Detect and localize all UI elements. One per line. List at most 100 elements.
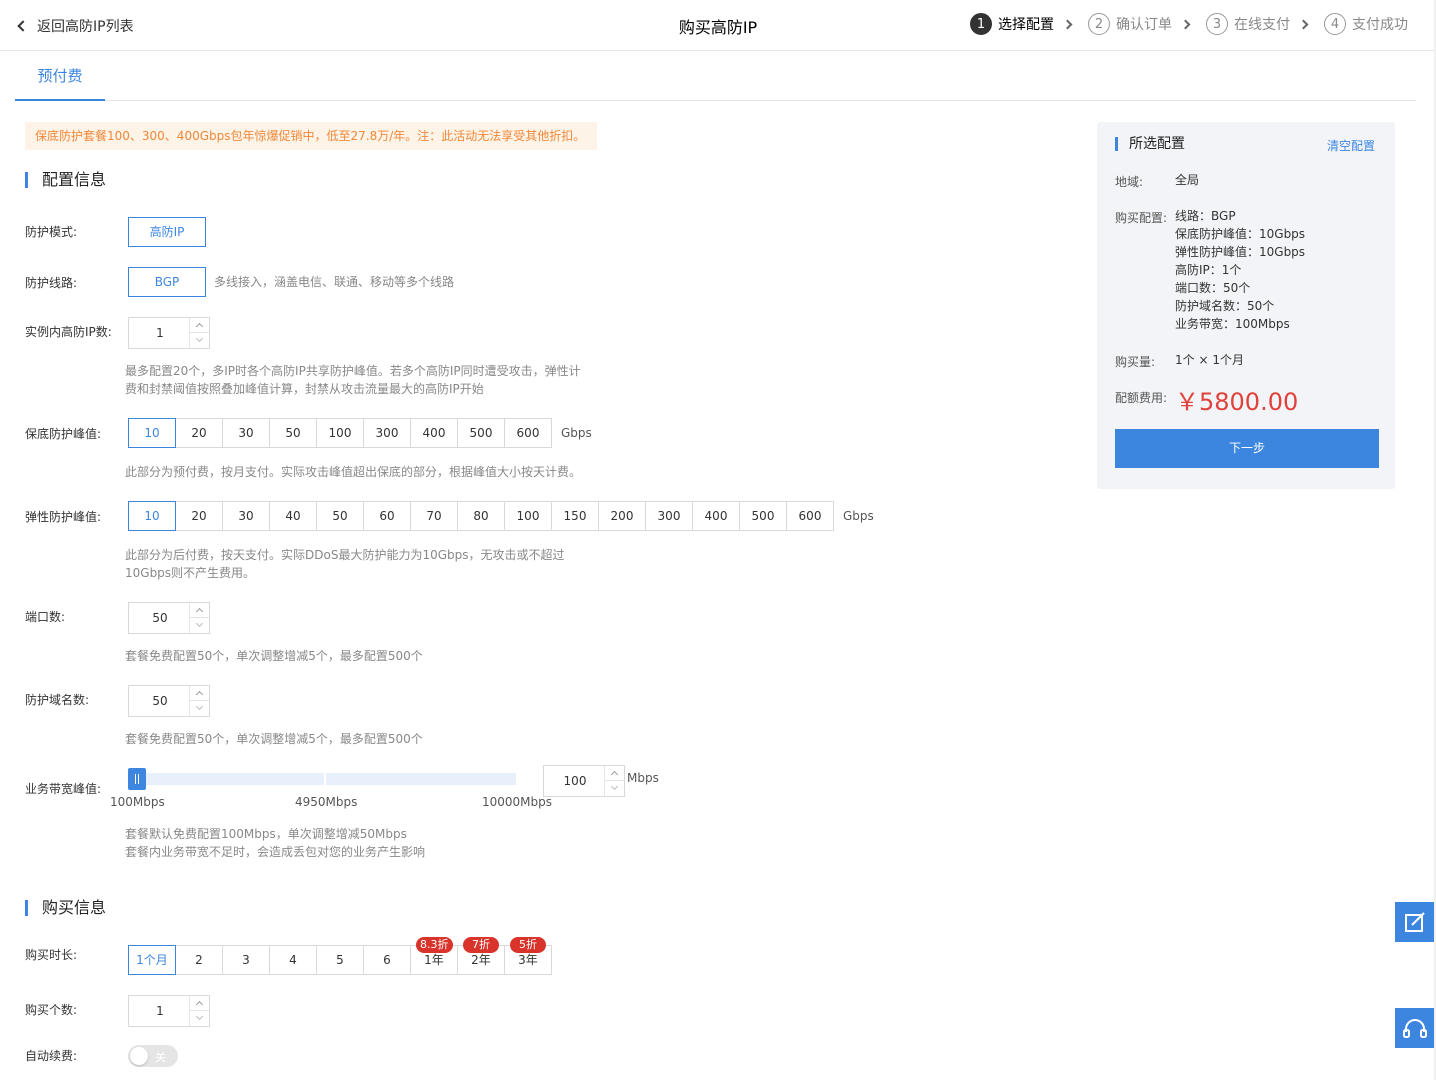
base-peak-option[interactable]: 400 [410,418,458,448]
increment-button[interactable] [190,603,209,618]
base-peak-option[interactable]: 50 [269,418,317,448]
config-line: 端口数：50个 [1175,281,1251,295]
elastic-peak-option[interactable]: 70 [410,501,458,531]
decrement-button[interactable] [190,701,209,716]
purchase-config-list: 线路：BGP 保底防护峰值：10Gbps 弹性防护峰值：10Gbps 高防IP：… [1175,207,1305,333]
bandwidth-slider-track[interactable] [137,773,516,785]
ports-label: 端口数: [25,610,66,624]
ip-count-label: 实例内高防IP数: [25,325,112,339]
elastic-peak-hint-line1: 此部分为后付费，按天支付。实际DDoS最大防护能力为10Gbps，无攻击或不超过 [125,548,565,562]
section-title-purchase: 购买信息 [25,900,106,916]
base-peak-option[interactable]: 300 [363,418,411,448]
duration-option[interactable]: 2 [175,945,223,975]
next-step-button[interactable]: 下一步 [1115,429,1379,468]
increment-button[interactable] [190,996,209,1011]
elastic-peak-option[interactable]: 400 [692,501,740,531]
bandwidth-hint-line2: 套餐内业务带宽不足时，会造成丢包对您的业务产生影响 [125,845,426,859]
ports-value[interactable]: 50 [129,603,191,633]
quantity-label: 购买个数: [25,1003,78,1017]
bandwidth-stepper[interactable]: 100 [543,765,625,797]
elastic-peak-option[interactable]: 80 [457,501,505,531]
domains-hint: 套餐免费配置50个，单次调整增减5个，最多配置500个 [125,732,423,746]
elastic-peak-option[interactable]: 100 [504,501,552,531]
duration-option[interactable]: 6 [363,945,411,975]
slider-min-label: 100Mbps [110,795,165,809]
mode-option-anti-ddos-ip[interactable]: 高防IP [128,217,206,247]
quantity-value[interactable]: 1 [129,996,191,1026]
step-1: 1 选择配置 [970,13,1054,35]
decrement-button[interactable] [190,1011,209,1026]
decrement-button[interactable] [190,333,209,348]
progress-steps: 1 选择配置 2 确认订单 3 在线支付 4 支付成功 [970,13,1408,35]
tab-prepaid[interactable]: 预付费 [15,51,105,101]
increment-button[interactable] [190,318,209,333]
duration-option[interactable]: 5 [316,945,364,975]
ports-stepper[interactable]: 50 [128,602,210,634]
decrement-button[interactable] [190,618,209,633]
quantity-summary-label: 购买量: [1115,355,1156,369]
base-peak-option[interactable]: 30 [222,418,270,448]
elastic-peak-unit: Gbps [843,509,874,523]
base-peak-hint: 此部分为预付费，按月支付。实际攻击峰值超出保底的部分，根据峰值大小按天计费。 [125,465,582,479]
step-number: 3 [1206,13,1228,35]
feedback-button[interactable] [1395,902,1435,942]
elastic-peak-option[interactable]: 40 [269,501,317,531]
bandwidth-unit: Mbps [627,771,659,785]
elastic-peak-option[interactable]: 600 [786,501,834,531]
chevron-right-icon [1180,19,1191,29]
base-peak-option[interactable]: 20 [175,418,223,448]
decrement-button[interactable] [605,781,624,796]
duration-option[interactable]: 3 [222,945,270,975]
increment-button[interactable] [605,766,624,781]
elastic-peak-option[interactable]: 500 [739,501,787,531]
fee-label: 配额费用: [1115,391,1168,405]
elastic-peak-option[interactable]: 50 [316,501,364,531]
clear-config-link[interactable]: 清空配置 [1327,137,1375,154]
toggle-state-text: 关 [155,1051,166,1064]
stepper-arrows [189,603,209,633]
support-button[interactable] [1395,1008,1435,1048]
bandwidth-value[interactable]: 100 [544,766,606,796]
base-peak-option[interactable]: 500 [457,418,505,448]
auto-renew-label: 自动续费: [25,1049,78,1063]
base-peak-option[interactable]: 600 [504,418,552,448]
step-number: 2 [1088,13,1110,35]
config-line: 保底防护峰值：10Gbps [1175,227,1306,241]
line-hint: 多线接入，涵盖电信、联通、移动等多个线路 [214,275,455,289]
region-value: 全局 [1175,173,1200,187]
base-peak-option[interactable]: 10 [128,418,176,448]
quantity-stepper[interactable]: 1 [128,995,210,1027]
step-label: 确认订单 [1116,17,1172,33]
summary-panel: 所选配置 清空配置 地域: 全局 购买配置: 线路：BGP 保底防护峰值：10G… [1097,122,1395,489]
bandwidth-label: 业务带宽峰值: [25,782,102,796]
elastic-peak-option[interactable]: 150 [551,501,599,531]
chevron-right-icon [1062,19,1073,29]
duration-option[interactable]: 4 [269,945,317,975]
slider-segment-divider [324,773,326,785]
billing-tabs: 预付费 [15,51,1416,101]
duration-option[interactable]: 1个月 [128,945,176,975]
elastic-peak-option[interactable]: 60 [363,501,411,531]
elastic-peak-option[interactable]: 300 [645,501,693,531]
domains-stepper[interactable]: 50 [128,685,210,717]
region-label: 地域: [1115,175,1144,189]
section-title-config: 配置信息 [25,172,106,188]
elastic-peak-option[interactable]: 30 [222,501,270,531]
ports-hint: 套餐免费配置50个，单次调整增减5个，最多配置500个 [125,649,423,663]
elastic-peak-option[interactable]: 10 [128,501,176,531]
headset-icon [1403,1019,1427,1038]
ip-count-value[interactable]: 1 [129,318,191,348]
base-peak-option[interactable]: 100 [316,418,364,448]
line-option-bgp[interactable]: BGP [128,267,206,297]
elastic-peak-option[interactable]: 20 [175,501,223,531]
increment-button[interactable] [190,686,209,701]
bandwidth-slider-handle[interactable] [128,768,146,790]
auto-renew-toggle[interactable]: 关 [128,1045,178,1067]
mode-label: 防护模式: [25,225,78,239]
slider-mid-label: 4950Mbps [295,795,358,809]
ip-count-stepper[interactable]: 1 [128,317,210,349]
domains-value[interactable]: 50 [129,686,191,716]
elastic-peak-option[interactable]: 200 [598,501,646,531]
config-line: 线路：BGP [1175,209,1236,223]
elastic-peak-hint-line2: 10Gbps则不产生费用。 [125,566,256,580]
